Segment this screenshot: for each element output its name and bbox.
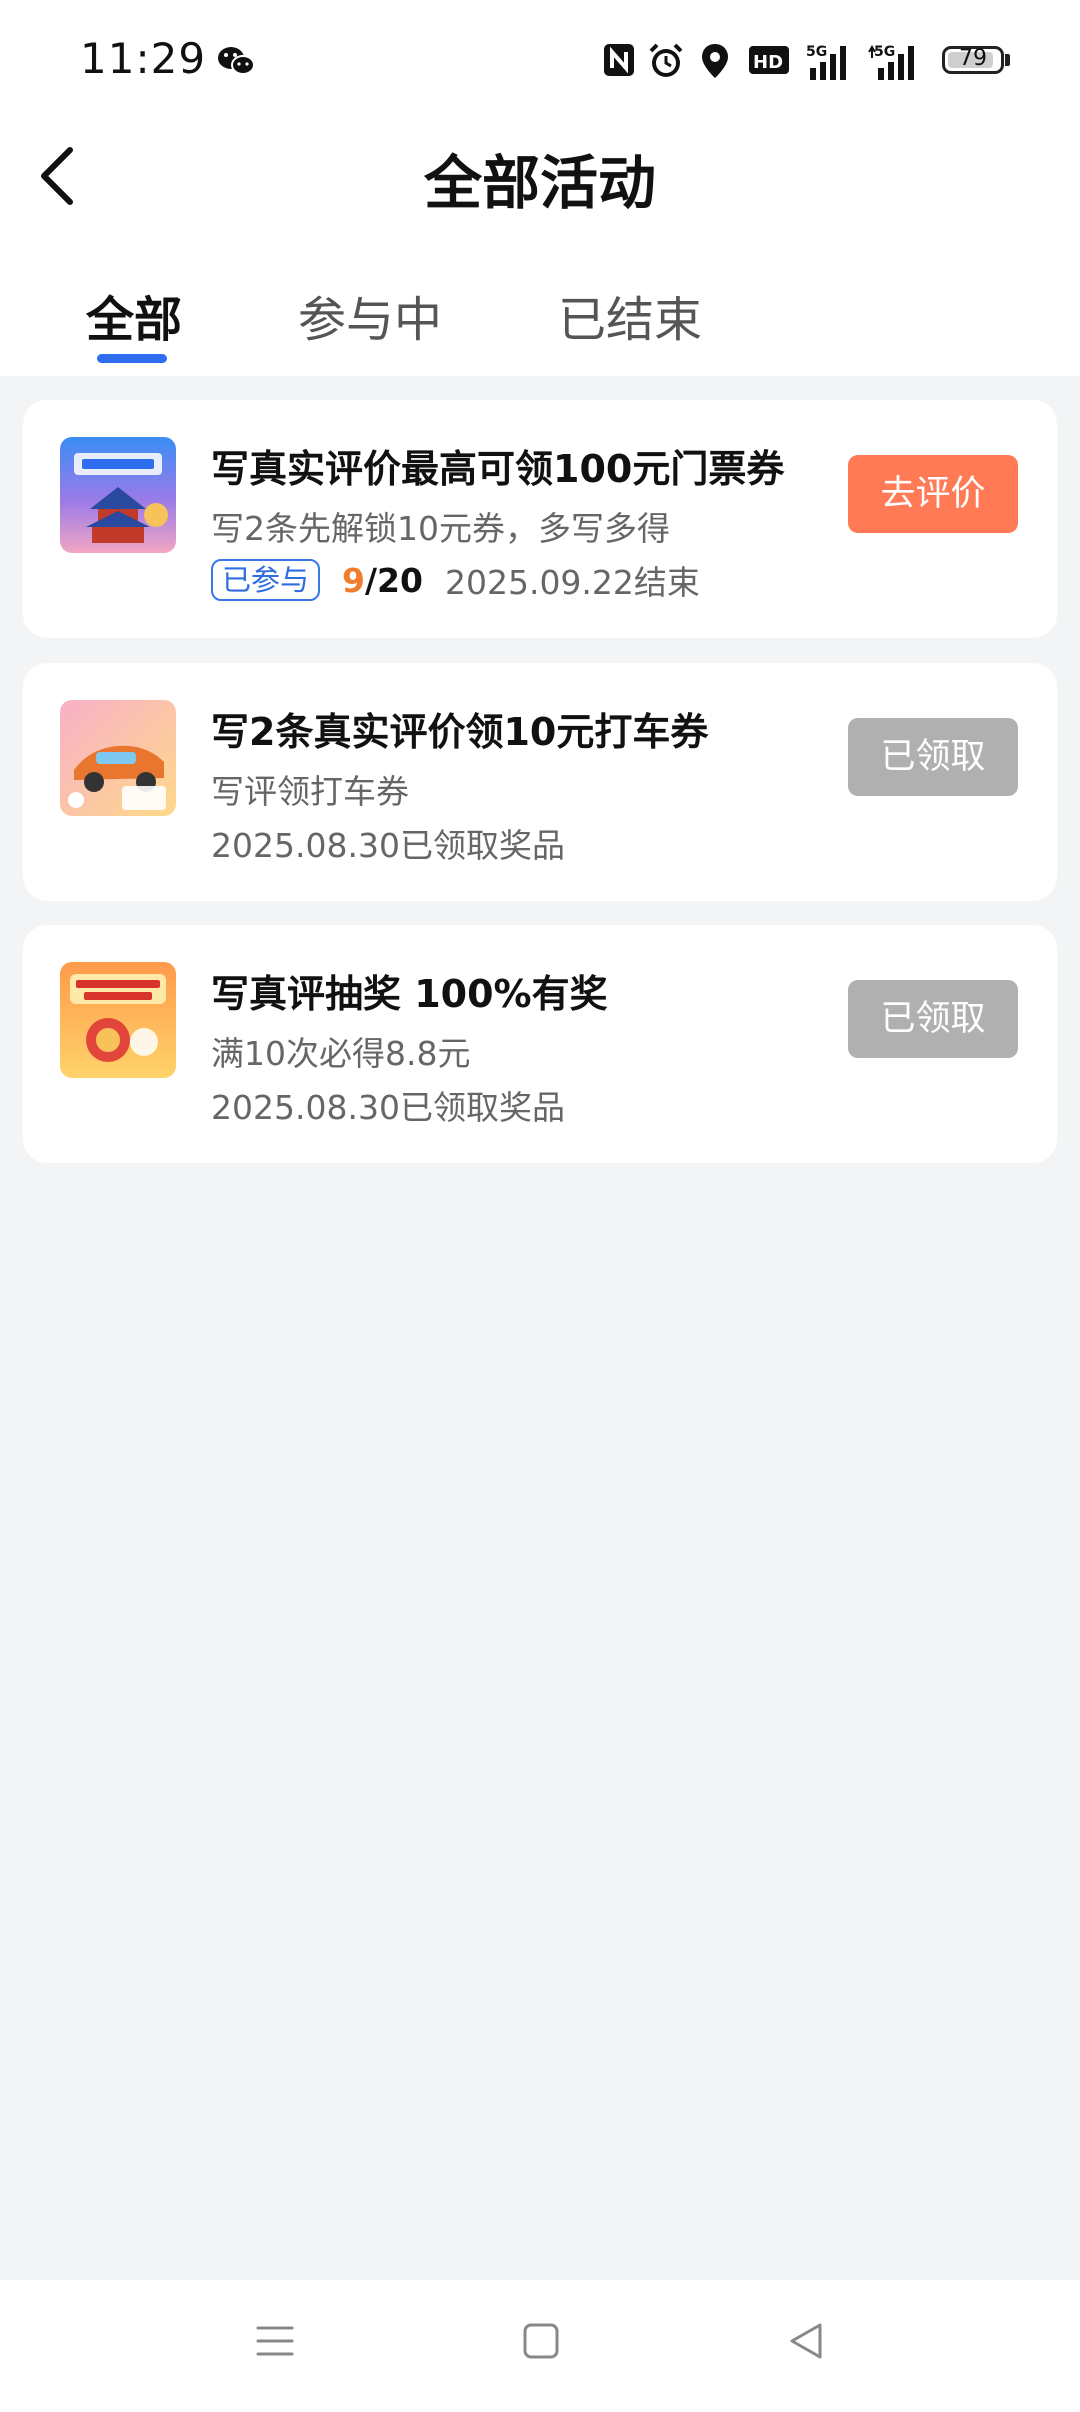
signal-5g-icon: 5G [806, 44, 846, 80]
svg-text:5G: 5G [806, 44, 827, 60]
activity-status: 2025.08.30已领取奖品 [211, 1088, 565, 1127]
wechat-icon [218, 47, 255, 75]
tab-all[interactable]: 全部 [86, 280, 182, 350]
status-time: 11:29 [80, 34, 207, 83]
end-date: 2025.09.22结束 [444, 563, 700, 602]
status-bar: 11:29 HD 5G 5G 79 [0, 0, 1080, 124]
activity-card[interactable]: 写真评抽奖 100%有奖 满10次必得8.8元 2025.08.30已领取奖品 … [23, 925, 1057, 1163]
activity-title: 写真评抽奖 100%有奖 [211, 972, 608, 1016]
activity-thumbnail-lottery [60, 962, 176, 1078]
activity-status: 2025.08.30已领取奖品 [211, 826, 565, 865]
battery-indicator: 79 [942, 46, 1004, 74]
activity-subtitle: 写2条先解锁10元券，多写多得 [211, 509, 670, 548]
back-triangle-icon[interactable] [786, 2320, 826, 2362]
nfc-icon [604, 44, 634, 76]
signal-5g-icon-2: 5G [868, 44, 914, 80]
joined-badge: 已参与 [211, 559, 321, 601]
claimed-button[interactable]: 已领取 [848, 718, 1018, 796]
progress-current: 9 [342, 560, 365, 600]
activity-title: 写真实评价最高可领100元门票券 [211, 447, 785, 491]
tab-ended[interactable]: 已结束 [558, 280, 702, 350]
claimed-button[interactable]: 已领取 [848, 980, 1018, 1058]
activity-thumbnail-taxi [60, 700, 176, 816]
activity-card[interactable]: 写真实评价最高可领100元门票券 写2条先解锁10元券，多写多得 已参与 9 /… [23, 400, 1057, 638]
activity-meta: 已参与 9 /20 2025.09.22结束 [211, 556, 700, 604]
svg-text:HD: HD [753, 52, 783, 73]
svg-text:5G: 5G [874, 44, 895, 60]
system-nav-bar [0, 2280, 1080, 2412]
activity-subtitle: 满10次必得8.8元 [211, 1034, 471, 1073]
go-review-button[interactable]: 去评价 [848, 455, 1018, 533]
home-icon[interactable] [522, 2320, 560, 2362]
hd-icon: HD [749, 46, 789, 74]
activity-title: 写2条真实评价领10元打车券 [211, 710, 709, 754]
page-title: 全部活动 [423, 149, 656, 217]
tab-participating[interactable]: 参与中 [298, 280, 442, 350]
battery-level: 79 [959, 46, 987, 71]
progress-total: /20 [364, 560, 423, 600]
tab-active-indicator [97, 354, 167, 363]
menu-icon[interactable] [254, 2320, 296, 2362]
activity-thumbnail-tickets [60, 437, 176, 553]
activity-subtitle: 写评领打车券 [211, 772, 409, 811]
battery-tip [1005, 54, 1010, 66]
activity-card[interactable]: 写2条真实评价领10元打车券 写评领打车券 2025.08.30已领取奖品 已领… [23, 663, 1057, 901]
location-icon [702, 44, 728, 78]
alarm-icon [649, 43, 683, 77]
